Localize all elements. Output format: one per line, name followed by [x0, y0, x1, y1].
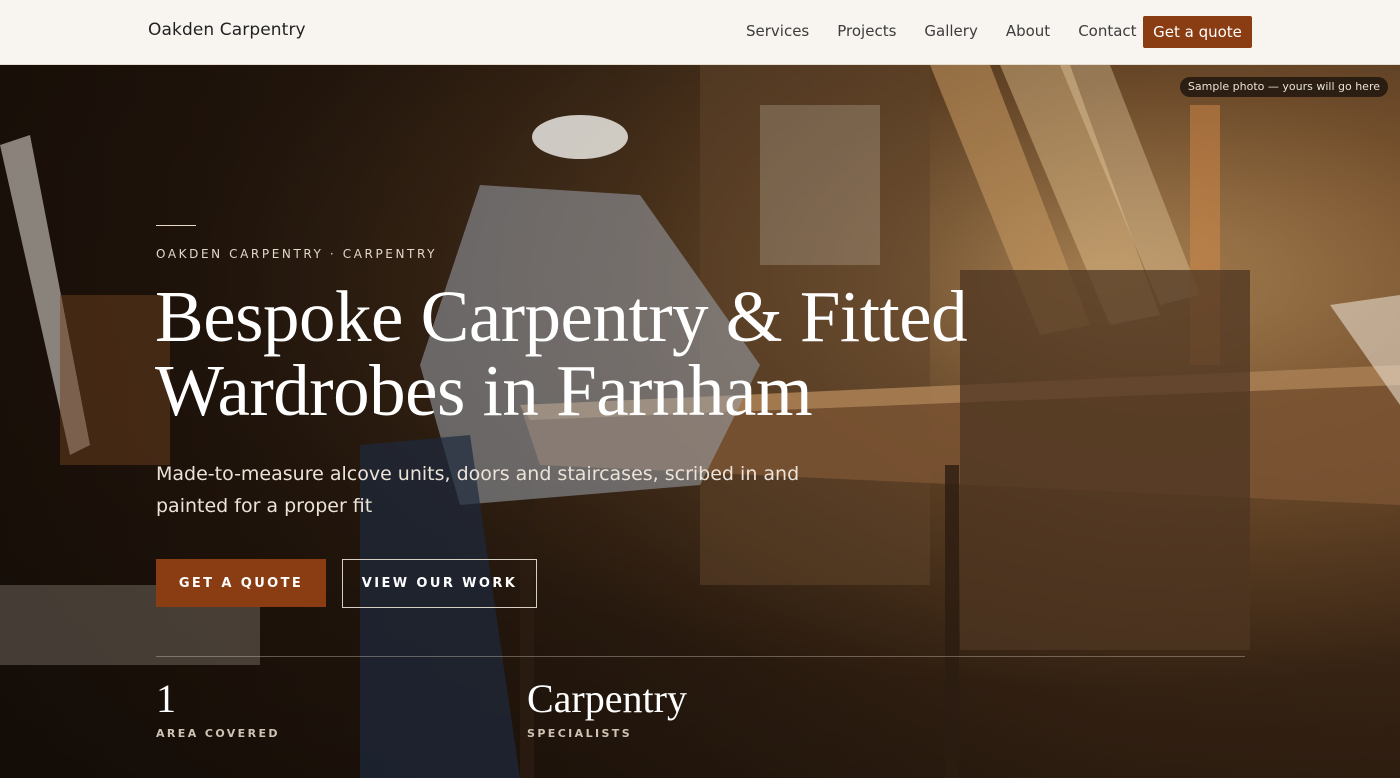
- site-header: Oakden Carpentry Services Projects Galle…: [0, 0, 1400, 65]
- brand-name[interactable]: Oakden Carpentry: [148, 20, 306, 40]
- stats-divider: [156, 656, 1245, 657]
- nav-link-contact[interactable]: Contact: [1078, 22, 1136, 40]
- get-quote-nav-button[interactable]: Get a quote: [1143, 16, 1252, 48]
- stat-value: 1: [156, 676, 176, 721]
- stat-specialists: Carpentry SPECIALISTS: [527, 676, 687, 741]
- stat-value: Carpentry: [527, 676, 687, 721]
- nav-link-gallery[interactable]: Gallery: [924, 22, 977, 40]
- get-quote-button[interactable]: GET A QUOTE: [156, 559, 326, 607]
- hero-subheading: Made-to-measure alcove units, doors and …: [156, 463, 800, 517]
- view-our-work-button[interactable]: VIEW OUR WORK: [342, 559, 537, 608]
- hero-eyebrow: OAKDEN CARPENTRY · CARPENTRY: [156, 247, 438, 261]
- nav-link-projects[interactable]: Projects: [837, 22, 896, 40]
- stat-label: SPECIALISTS: [527, 727, 633, 740]
- stat-area-covered: 1 AREA COVERED: [156, 676, 280, 741]
- eyebrow-rule: [156, 225, 196, 226]
- hero-section: Sample photo — yours will go here OAKDEN…: [0, 65, 1400, 778]
- stat-label: AREA COVERED: [156, 727, 280, 740]
- nav-link-about[interactable]: About: [1006, 22, 1050, 40]
- hero-headline: Bespoke Carpentry & Fitted Wardrobes in …: [155, 276, 968, 431]
- sample-photo-badge: Sample photo — yours will go here: [1179, 77, 1388, 97]
- main-nav: Services Projects Gallery About Contact: [746, 22, 1165, 40]
- nav-link-services[interactable]: Services: [746, 22, 809, 40]
